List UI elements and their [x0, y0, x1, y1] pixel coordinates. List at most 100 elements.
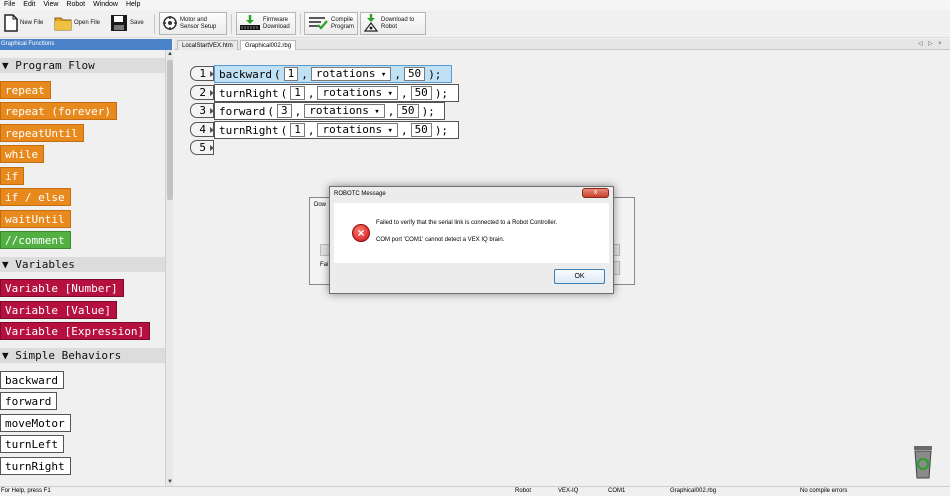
function-palette: ▼ Program Flow repeat repeat (forever) r… — [0, 50, 165, 486]
comma: , — [400, 123, 408, 137]
menu-window[interactable]: Window — [89, 0, 122, 10]
error-message-line2: COM port 'COM1' cannot detect a VEX IQ b… — [376, 237, 505, 243]
dialog-close-button[interactable]: x — [582, 188, 609, 198]
robotc-window: File Edit View Robot Window Help New Fil… — [0, 0, 950, 496]
open-file-button[interactable]: Open File — [51, 12, 104, 35]
palette-scrollbar[interactable]: ▲ ▼ — [165, 50, 173, 486]
menu-view[interactable]: View — [39, 0, 62, 10]
code-line[interactable]: forward ( 3 , rotations , 50 ); — [214, 102, 445, 120]
block-turn-right[interactable]: turnRight — [0, 457, 71, 475]
block-while[interactable]: while — [0, 145, 45, 163]
status-help-text: For Help, press F1 — [1, 488, 51, 494]
block-variable-number[interactable]: Variable [Number] — [0, 279, 124, 297]
scroll-up-arrow-icon[interactable]: ▲ — [166, 50, 174, 58]
tab-local-start-vex[interactable]: LocalStartVEX.htm — [177, 40, 238, 50]
tab-scroll-right-icon[interactable]: ▷ — [928, 39, 933, 50]
menu-bar: File Edit View Robot Window Help — [0, 0, 950, 10]
comma: , — [400, 86, 408, 100]
dialog-title: ROBOTC Message — [334, 191, 386, 197]
unit-dropdown[interactable]: rotations — [310, 67, 392, 81]
firmware-line2: Download — [263, 23, 290, 30]
block-wait-until[interactable]: waitUntil — [0, 210, 71, 228]
line-number[interactable]: 4 — [190, 122, 214, 137]
firmware-download-icon — [239, 14, 261, 33]
recycle-bin-icon[interactable] — [912, 444, 934, 480]
motor-setup-line2: Sensor Setup — [180, 23, 217, 30]
compile-program-button[interactable]: Compile Program — [304, 12, 358, 35]
download-line2: Robot — [381, 23, 398, 30]
distance-param[interactable]: 3 — [276, 104, 292, 118]
motor-sensor-setup-button[interactable]: Motor and Sensor Setup — [159, 12, 227, 35]
open-paren: ( — [280, 86, 288, 100]
comma: , — [301, 67, 308, 81]
block-repeat-forever[interactable]: repeat (forever) — [0, 102, 117, 120]
block-repeat-until[interactable]: repeatUntil — [0, 124, 84, 142]
folder-icon — [54, 15, 72, 33]
tab-scroll-left-icon[interactable]: ◁ — [918, 39, 923, 50]
block-move-motor[interactable]: moveMotor — [0, 414, 71, 432]
unit-dropdown[interactable]: rotations — [317, 123, 398, 137]
distance-param[interactable]: 1 — [290, 86, 305, 100]
category-program-flow[interactable]: ▼ Program Flow — [0, 58, 165, 73]
comma: , — [307, 123, 315, 137]
floppy-disk-icon — [110, 14, 128, 34]
tab-graphical002[interactable]: Graphical002.rbg — [240, 40, 297, 50]
speed-param[interactable]: 50 — [410, 86, 432, 100]
status-bar: For Help, press F1 Robot VEX-IQ COM1 Gra… — [0, 486, 950, 496]
graphical-functions-title: Graphical Functions — [0, 39, 172, 50]
code-line[interactable]: turnRight ( 1 , rotations , 50 ); — [214, 121, 459, 139]
block-variable-value[interactable]: Variable [Value] — [0, 301, 117, 319]
open-paren: ( — [273, 67, 281, 81]
code-line[interactable]: backward ( 1 , rotations , 50 ); — [214, 65, 452, 83]
line-number[interactable]: 1 — [190, 66, 214, 81]
category-variables[interactable]: ▼ Variables — [0, 257, 165, 272]
distance-param[interactable]: 1 — [283, 67, 299, 81]
document-tab-bar: LocalStartVEX.htm Graphical002.rbg ◁ ▷ × — [174, 39, 950, 50]
status-port: COM1 — [608, 488, 626, 494]
block-forward[interactable]: forward — [0, 392, 58, 410]
ok-button[interactable]: OK — [554, 269, 605, 284]
block-if-else[interactable]: if / else — [0, 188, 71, 206]
speed-param[interactable]: 50 — [403, 67, 426, 81]
compile-checklist-icon — [307, 15, 329, 33]
speed-param[interactable]: 50 — [410, 123, 432, 137]
toolbar-separator — [154, 14, 155, 34]
block-backward[interactable]: backward — [0, 371, 64, 389]
download-to-robot-button[interactable]: Download to Robot — [360, 12, 426, 35]
scroll-down-arrow-icon[interactable]: ▼ — [166, 478, 174, 486]
comma: , — [387, 104, 395, 118]
menu-robot[interactable]: Robot — [62, 0, 89, 10]
error-message-line1: Failed to verify that the serial link is… — [376, 220, 558, 226]
block-comment[interactable]: //comment — [0, 231, 71, 249]
robotc-message-dialog: ROBOTC Message x × Failed to verify that… — [329, 186, 614, 294]
comma: , — [394, 67, 401, 81]
line-number[interactable]: 5 — [190, 140, 214, 155]
category-simple-behaviors[interactable]: ▼ Simple Behaviors — [0, 348, 165, 363]
line-number[interactable]: 2 — [190, 85, 214, 100]
block-if[interactable]: if — [0, 167, 25, 185]
menu-edit[interactable]: Edit — [19, 0, 39, 10]
firmware-download-button[interactable]: Firmware Download — [236, 12, 296, 35]
menu-file[interactable]: File — [0, 0, 19, 10]
tab-close-icon[interactable]: × — [938, 39, 942, 50]
close-paren: ); — [428, 67, 442, 81]
new-file-button[interactable]: New File — [1, 12, 48, 35]
status-platform: VEX-IQ — [558, 488, 579, 494]
code-line[interactable]: turnRight ( 1 , rotations , 50 ); — [214, 84, 459, 102]
save-button[interactable]: Save — [107, 12, 150, 35]
command-name: forward — [219, 104, 266, 118]
block-turn-left[interactable]: turnLeft — [0, 435, 64, 453]
menu-help[interactable]: Help — [122, 0, 144, 10]
close-paren: ); — [434, 86, 449, 100]
speed-param[interactable]: 50 — [397, 104, 419, 118]
distance-param[interactable]: 1 — [290, 123, 305, 137]
unit-dropdown[interactable]: rotations — [304, 104, 385, 118]
block-repeat[interactable]: repeat — [0, 81, 51, 99]
toolbar-separator — [231, 14, 232, 34]
close-paren: ); — [434, 123, 449, 137]
compile-line2: Program — [331, 23, 355, 30]
scroll-thumb[interactable] — [167, 60, 173, 200]
unit-dropdown[interactable]: rotations — [317, 86, 398, 100]
line-number[interactable]: 3 — [190, 103, 214, 118]
block-variable-expression[interactable]: Variable [Expression] — [0, 322, 151, 340]
